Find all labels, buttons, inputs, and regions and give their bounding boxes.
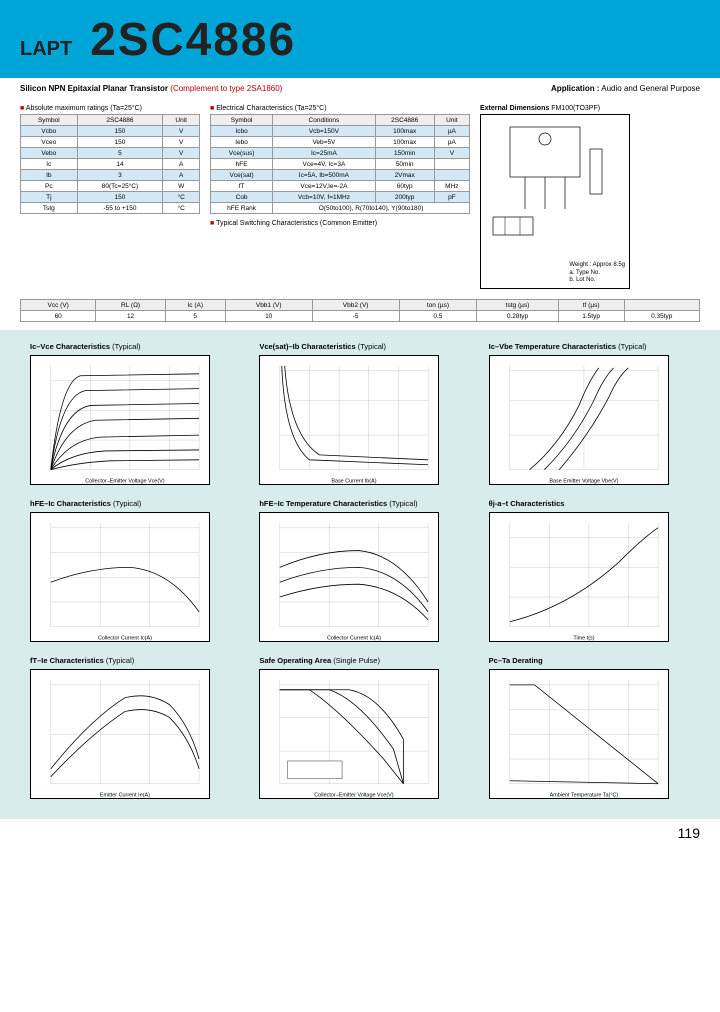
chart-ic-vbe-temp: Ic–Vbe Temperature Characteristics (Typi… <box>489 342 690 485</box>
page-number: 119 <box>0 819 720 847</box>
elec-title: ■ Electrical Characteristics (Ta=25°C) <box>210 105 470 112</box>
ext-dim-title: External Dimensions FM100(TO3PF) <box>480 105 635 112</box>
chart-theta-t: θj-a–t CharacteristicsTime t(s) <box>489 499 690 642</box>
chart-soa: Safe Operating Area (Single Pulse)Collec… <box>259 656 460 799</box>
svg-text:Collector–Emitter Voltage Vce(: Collector–Emitter Voltage Vce(V) <box>315 793 394 799</box>
switching-title: ■ Typical Switching Characteristics (Com… <box>210 220 470 227</box>
svg-text:Collector Current Ic(A): Collector Current Ic(A) <box>98 636 152 642</box>
svg-text:Base Emitter Voltage Vbe(V): Base Emitter Voltage Vbe(V) <box>549 479 618 485</box>
svg-text:Collector–Emitter Voltage Vce(: Collector–Emitter Voltage Vce(V) <box>85 479 164 485</box>
svg-text:Ambient Temperature Ta(°C): Ambient Temperature Ta(°C) <box>549 793 618 799</box>
switching-table: Vcc (V)RL (Ω)Ic (A) Vbb1 (V)Vbb2 (V)ton … <box>20 299 700 322</box>
chart-hfe-ic: hFE–Ic Characteristics (Typical)Collecto… <box>30 499 231 642</box>
svg-text:Base Current Ib(A): Base Current Ib(A) <box>332 479 377 485</box>
elec-table: SymbolConditions2SC4886Unit IcboVcb=150V… <box>210 114 470 214</box>
chart-ic-vce: Ic–Vce Characteristics (Typical)Collecto… <box>30 342 231 485</box>
application-label: Application : <box>551 84 599 93</box>
application-value: Audio and General Purpose <box>601 84 700 93</box>
header-banner: LAPT 2SC4886 <box>0 0 720 78</box>
sub-header: Silicon NPN Epitaxial Planar Transistor … <box>0 78 720 97</box>
svg-text:Time t(s): Time t(s) <box>573 636 594 642</box>
svg-text:Emitter Current Ie(A): Emitter Current Ie(A) <box>100 793 150 799</box>
part-number: 2SC4886 <box>90 12 296 66</box>
transistor-desc: Silicon NPN Epitaxial Planar Transistor <box>20 84 168 93</box>
abs-max-title: ■ Absolute maximum ratings (Ta=25°C) <box>20 105 200 112</box>
chart-hfe-ic-temp: hFE–Ic Temperature Characteristics (Typi… <box>259 499 460 642</box>
abs-max-table: Symbol2SC4886Unit Vcbo150V Vceo150V Vebo… <box>20 114 200 214</box>
chart-vcesat-ib: Vce(sat)–Ib Characteristics (Typical)Bas… <box>259 342 460 485</box>
package-drawing: Weight : Approx 8.5g a. Type No. b. Lot … <box>480 114 630 289</box>
chart-ft-ie: fT–Ie Characteristics (Typical)Emitter C… <box>30 656 231 799</box>
complement-note: (Complement to type 2SA1860) <box>170 84 282 93</box>
svg-text:Collector Current Ic(A): Collector Current Ic(A) <box>327 636 381 642</box>
charts-grid: Ic–Vce Characteristics (Typical)Collecto… <box>0 330 720 819</box>
chart-pc-ta: Pc–Ta DeratingAmbient Temperature Ta(°C) <box>489 656 690 799</box>
brand-label: LAPT <box>20 38 72 61</box>
